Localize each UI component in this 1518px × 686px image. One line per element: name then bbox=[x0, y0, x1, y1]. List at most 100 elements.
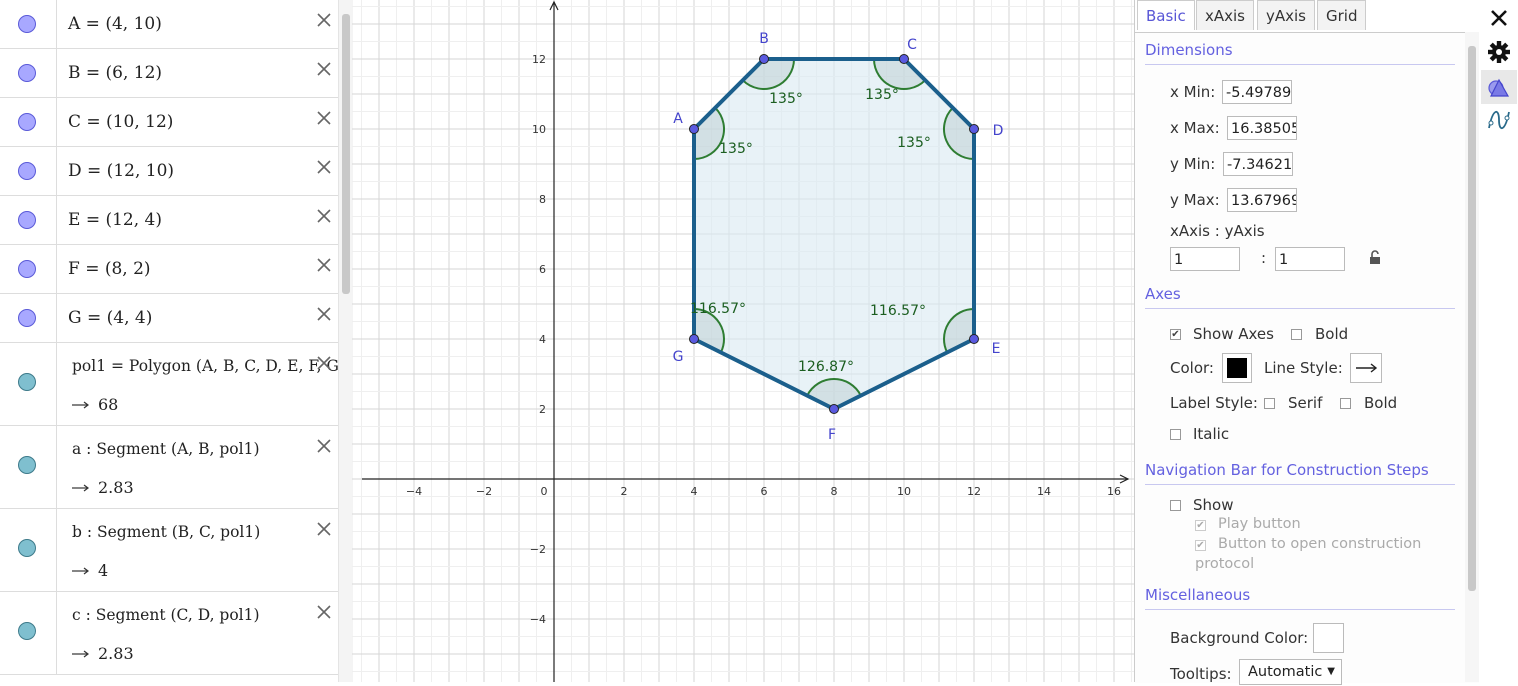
graphics-icon[interactable] bbox=[1485, 72, 1513, 100]
xmax-field[interactable]: 16.38505 bbox=[1227, 116, 1297, 140]
algebra-item-point[interactable]: C = (10, 12) bbox=[0, 98, 338, 147]
close-icon[interactable] bbox=[316, 257, 332, 273]
object-visibility-icon[interactable] bbox=[18, 622, 36, 640]
visibility-toggle[interactable] bbox=[0, 426, 57, 508]
close-icon[interactable] bbox=[316, 355, 332, 371]
close-icon[interactable] bbox=[316, 521, 332, 537]
angle-label: 116.57° bbox=[870, 303, 926, 319]
point-visibility-icon[interactable] bbox=[18, 260, 36, 278]
bold-axes-checkbox[interactable] bbox=[1291, 329, 1302, 340]
x-tick-label: 0 bbox=[541, 485, 548, 498]
tab-basic[interactable]: Basic bbox=[1137, 0, 1195, 30]
algebra-definition[interactable]: D = (12, 10) bbox=[68, 161, 174, 181]
tab-yaxis[interactable]: yAxis bbox=[1257, 0, 1315, 30]
xmin-field[interactable]: -5.49789 bbox=[1222, 80, 1292, 104]
algebra-item-point[interactable]: A = (4, 10) bbox=[0, 0, 338, 49]
visibility-toggle[interactable] bbox=[0, 98, 57, 146]
close-icon[interactable] bbox=[316, 438, 332, 454]
point-visibility-icon[interactable] bbox=[18, 162, 36, 180]
tab-xaxis[interactable]: xAxis bbox=[1196, 0, 1254, 30]
point-visibility-icon[interactable] bbox=[18, 309, 36, 327]
algebra-command[interactable]: pol1 = Polygon (A, B, C, D, E, F, G) bbox=[72, 357, 345, 375]
graphics-view[interactable]: −4 −2 0 2 4 6 8 10 12 14 16 12 10 8 6 4 2 −2 −4 135° 135° 135… bbox=[343, 0, 1150, 682]
algebra-definition[interactable]: F = (8, 2) bbox=[68, 259, 151, 279]
algebra-definition[interactable]: A = (4, 10) bbox=[68, 14, 162, 34]
label-style-label: Label Style: bbox=[1170, 394, 1258, 412]
algebra-item-object[interactable]: a : Segment (A, B, pol1) 2.83 bbox=[0, 426, 338, 509]
point-visibility-icon[interactable] bbox=[18, 64, 36, 82]
close-icon[interactable] bbox=[316, 12, 332, 28]
algebra-command[interactable]: a : Segment (A, B, pol1) bbox=[72, 440, 260, 458]
point-f[interactable] bbox=[829, 404, 839, 414]
visibility-toggle[interactable] bbox=[0, 49, 57, 97]
tab-grid[interactable]: Grid bbox=[1317, 0, 1367, 30]
close-icon[interactable] bbox=[316, 306, 332, 322]
tooltips-select[interactable]: Automatic ▼ bbox=[1239, 659, 1342, 685]
point-b[interactable] bbox=[759, 54, 769, 64]
axis-color-button[interactable] bbox=[1222, 353, 1252, 383]
settings-scroll-thumb[interactable] bbox=[1468, 46, 1476, 591]
close-icon[interactable] bbox=[316, 61, 332, 77]
ymin-field[interactable]: -7.34621 bbox=[1223, 152, 1293, 176]
line-style-button[interactable] bbox=[1350, 353, 1382, 383]
show-axes-checkbox[interactable] bbox=[1170, 329, 1181, 340]
visibility-toggle[interactable] bbox=[0, 343, 57, 425]
algebra-item-point[interactable]: E = (12, 4) bbox=[0, 196, 338, 245]
label-bold-checkbox[interactable] bbox=[1340, 398, 1351, 409]
y-tick-label: 6 bbox=[539, 263, 546, 276]
algebra-definition[interactable]: E = (12, 4) bbox=[68, 210, 162, 230]
point-e[interactable] bbox=[969, 334, 979, 344]
visibility-toggle[interactable] bbox=[0, 147, 57, 195]
point-g[interactable] bbox=[689, 334, 699, 344]
visibility-toggle[interactable] bbox=[0, 592, 57, 674]
visibility-toggle[interactable] bbox=[0, 294, 57, 342]
point-visibility-icon[interactable] bbox=[18, 211, 36, 229]
algebra-definition[interactable]: C = (10, 12) bbox=[68, 112, 173, 132]
algebra-scroll-thumb[interactable] bbox=[342, 14, 350, 294]
visibility-toggle[interactable] bbox=[0, 0, 57, 48]
algebra-definition[interactable]: G = (4, 4) bbox=[68, 308, 152, 328]
visibility-toggle[interactable] bbox=[0, 509, 57, 591]
visibility-toggle[interactable] bbox=[0, 196, 57, 244]
ratio-y-field[interactable]: 1 bbox=[1275, 247, 1345, 271]
algebra-item-point[interactable]: F = (8, 2) bbox=[0, 245, 338, 294]
object-visibility-icon[interactable] bbox=[18, 456, 36, 474]
visibility-toggle[interactable] bbox=[0, 245, 57, 293]
algebra-curve-icon[interactable] bbox=[1485, 106, 1513, 134]
point-c[interactable] bbox=[899, 54, 909, 64]
point-visibility-icon[interactable] bbox=[18, 113, 36, 131]
algebra-item-point[interactable]: D = (12, 10) bbox=[0, 147, 338, 196]
serif-checkbox[interactable] bbox=[1264, 398, 1275, 409]
algebra-definition[interactable]: B = (6, 12) bbox=[68, 63, 162, 83]
algebra-item-object[interactable]: c : Segment (C, D, pol1) 2.83 bbox=[0, 592, 338, 675]
point-a[interactable] bbox=[689, 124, 699, 134]
algebra-item-point[interactable]: G = (4, 4) bbox=[0, 294, 338, 343]
point-d[interactable] bbox=[969, 124, 979, 134]
algebra-command[interactable]: b : Segment (B, C, pol1) bbox=[72, 523, 260, 541]
ymax-field[interactable]: 13.67969 bbox=[1227, 188, 1297, 212]
navbar-show-checkbox[interactable] bbox=[1170, 500, 1181, 511]
close-icon[interactable] bbox=[316, 110, 332, 126]
algebra-item-object[interactable]: b : Segment (B, C, pol1) 4 bbox=[0, 509, 338, 592]
algebra-scrollbar[interactable] bbox=[338, 0, 353, 682]
x-tick-label: 2 bbox=[621, 485, 628, 498]
object-visibility-icon[interactable] bbox=[18, 539, 36, 557]
unlock-icon[interactable] bbox=[1368, 249, 1384, 265]
close-icon[interactable] bbox=[316, 159, 332, 175]
algebra-command[interactable]: c : Segment (C, D, pol1) bbox=[72, 606, 260, 624]
ratio-x-field[interactable]: 1 bbox=[1170, 247, 1240, 271]
object-visibility-icon[interactable] bbox=[18, 373, 36, 391]
settings-tabs: Basic xAxis yAxis Grid bbox=[1135, 0, 1479, 32]
graphics-canvas[interactable]: −4 −2 0 2 4 6 8 10 12 14 16 12 10 8 6 4 2 −2 −4 135° 135° 135… bbox=[343, 0, 1150, 682]
close-icon[interactable] bbox=[316, 208, 332, 224]
close-icon[interactable] bbox=[1485, 4, 1513, 32]
point-visibility-icon[interactable] bbox=[18, 15, 36, 33]
axis-ratio-label: xAxis : yAxis bbox=[1170, 222, 1265, 240]
settings-scrollbar[interactable] bbox=[1465, 32, 1479, 682]
italic-checkbox[interactable] bbox=[1170, 429, 1181, 440]
close-icon[interactable] bbox=[316, 604, 332, 620]
background-color-button[interactable] bbox=[1313, 623, 1344, 653]
algebra-item-point[interactable]: B = (6, 12) bbox=[0, 49, 338, 98]
algebra-item-object[interactable]: pol1 = Polygon (A, B, C, D, E, F, G) 68 bbox=[0, 343, 345, 426]
gear-icon[interactable] bbox=[1485, 38, 1513, 66]
